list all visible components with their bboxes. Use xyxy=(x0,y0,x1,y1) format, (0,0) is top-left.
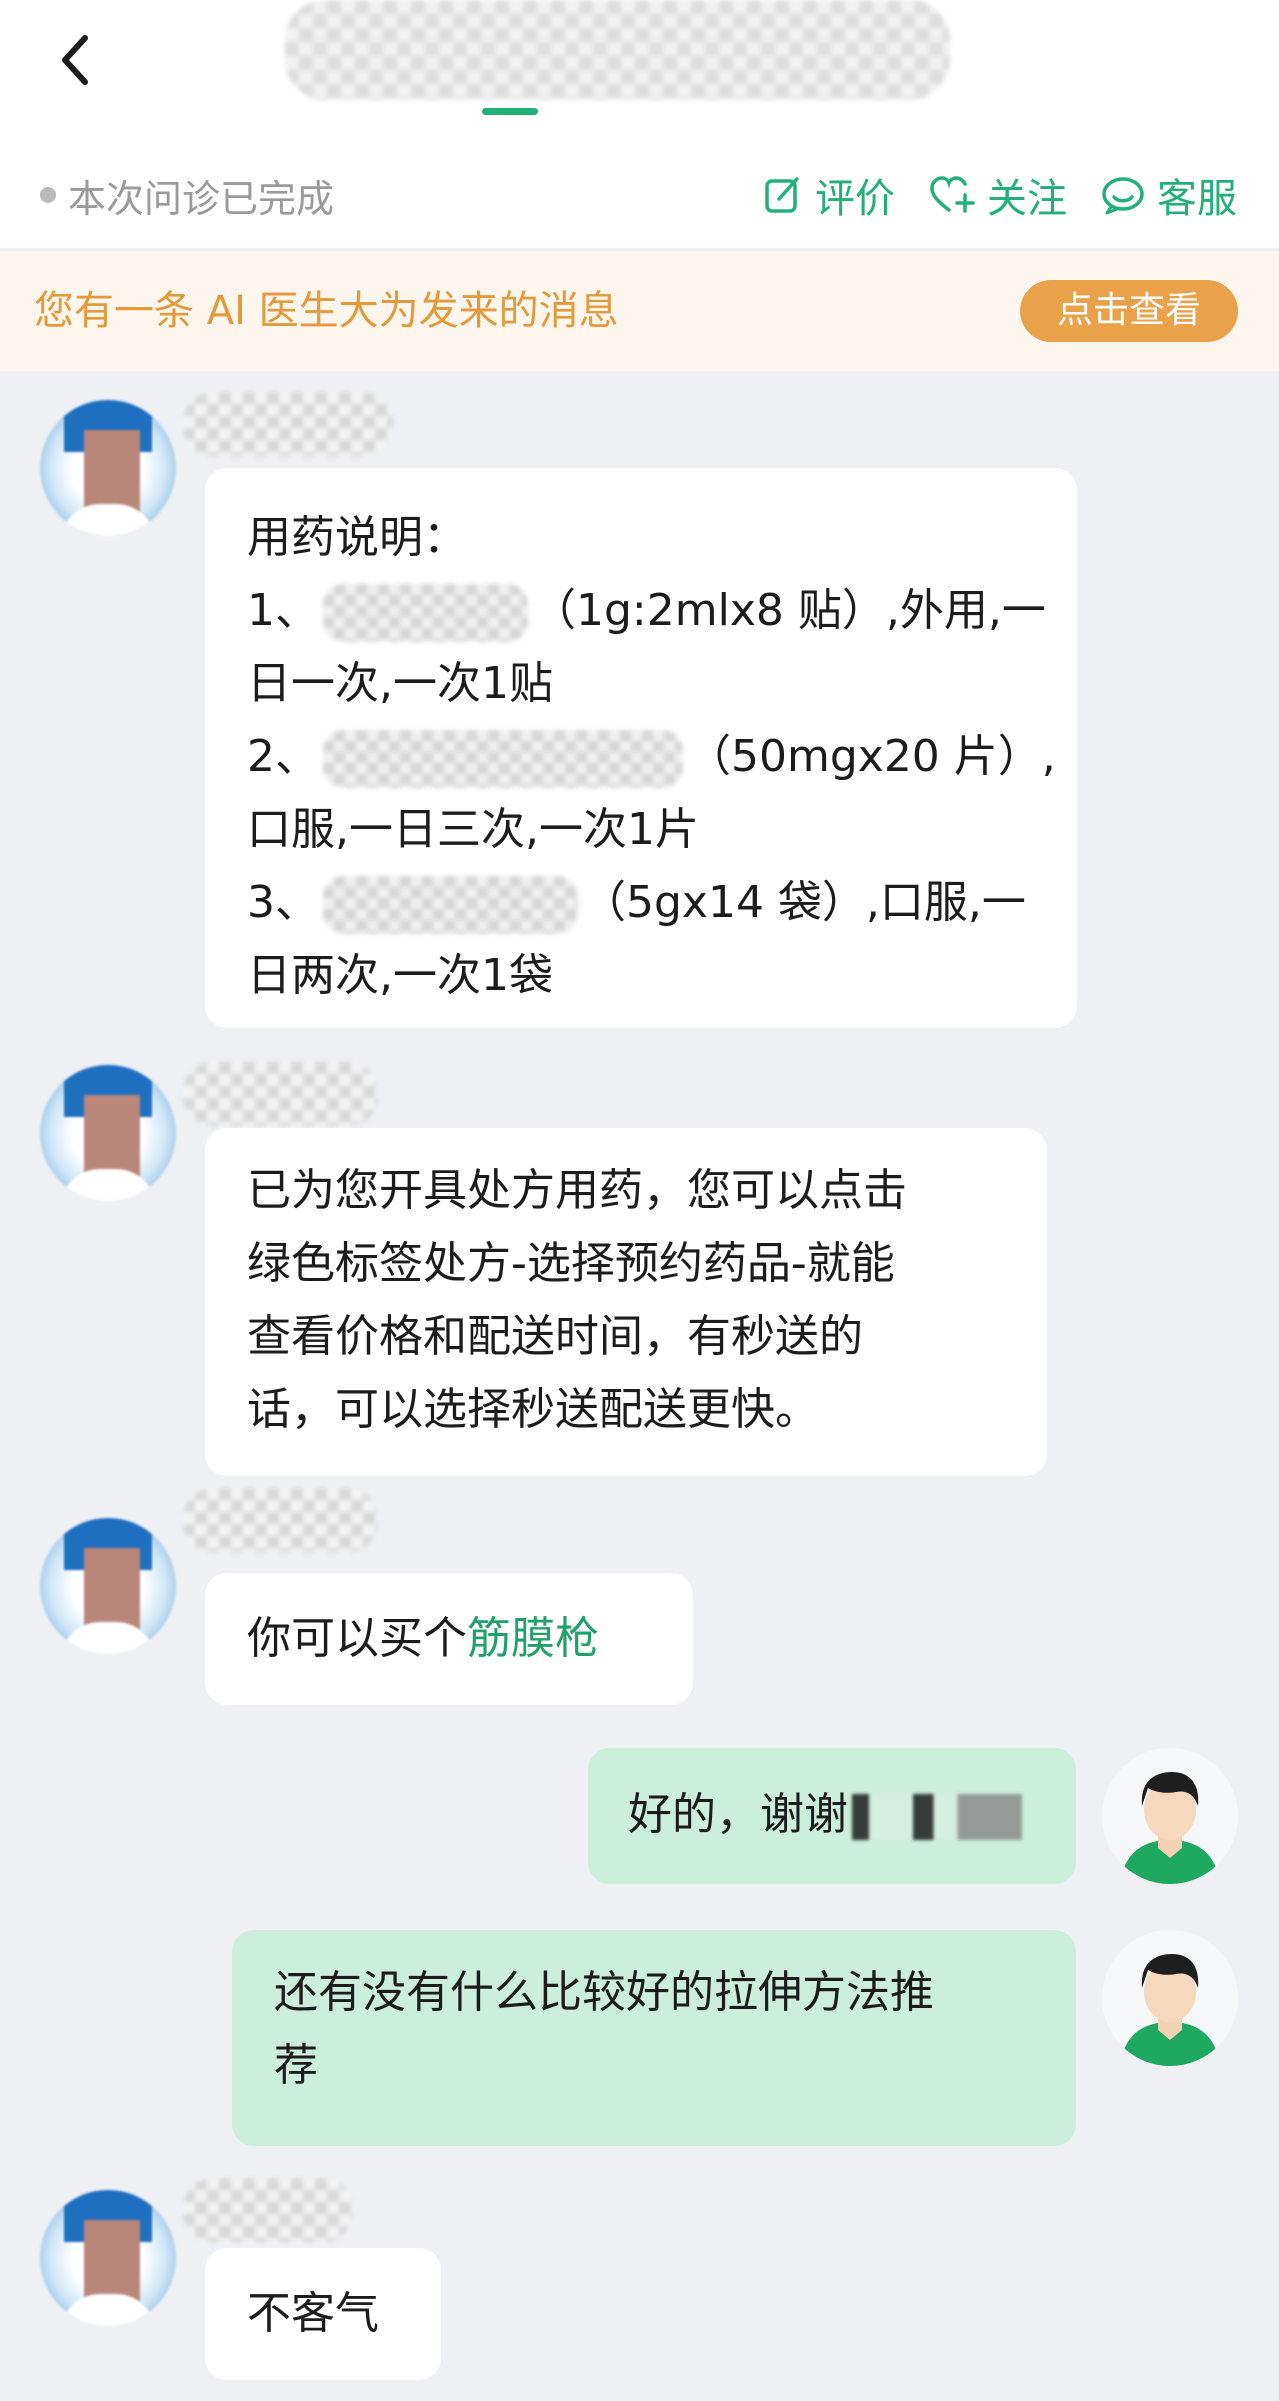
user-avatar[interactable] xyxy=(1102,1748,1238,1884)
prescription-guide-bubble[interactable]: 已为您开具处方用药，您可以点击 绿色标签处方-选择预约药品-就能 查看价格和配送… xyxy=(205,1128,1047,1476)
user-avatar-icon xyxy=(1120,1954,1220,2066)
top-bar: 本次问诊已完成 评价 关注 客服 xyxy=(0,0,1279,248)
customer-service-button[interactable]: 客服 xyxy=(1101,166,1237,224)
redacted-text xyxy=(852,1794,1022,1840)
message-line: 还有没有什么比较好的拉伸方法推 xyxy=(274,1967,934,2018)
message-line: 话，可以选择秒送配送更快。 xyxy=(247,1384,819,1435)
doctor-avatar[interactable] xyxy=(40,1518,176,1654)
doctor-name-redacted xyxy=(183,392,393,456)
redacted-drug-name xyxy=(323,730,683,788)
message-line: 日一次,一次1贴 xyxy=(247,658,553,709)
message-line: 好的，谢谢 xyxy=(628,1778,1046,1851)
header-actions: 评价 关注 客服 xyxy=(763,165,1237,225)
status-text: 本次问诊已完成 xyxy=(68,176,335,221)
message-line: 用药说明： xyxy=(247,512,467,563)
banner-text: 您有一条 AI 医生大为发来的消息 xyxy=(34,288,619,334)
doctor-name-redacted xyxy=(183,1062,378,1126)
message-line: 你可以买个筋膜枪 xyxy=(247,1613,599,1664)
edit-icon xyxy=(765,177,799,213)
doctor-name-redacted xyxy=(183,2178,353,2242)
message-line: 查看价格和配送时间，有秒送的 xyxy=(247,1311,863,1362)
doctor-avatar[interactable] xyxy=(40,400,176,536)
message-line: 日两次,一次1袋 xyxy=(247,950,553,1001)
consultation-status: 本次问诊已完成 xyxy=(40,165,334,225)
doctor-name-title-redacted xyxy=(285,0,950,100)
medication-instructions-bubble[interactable]: 用药说明： 1、 （1g:2mlx8 贴）,外用,一 日一次,一次1贴 2、 （50… xyxy=(205,468,1077,1028)
user-message-bubble[interactable]: 还有没有什么比较好的拉伸方法推 荐 xyxy=(232,1930,1076,2146)
status-dot xyxy=(40,187,56,203)
rate-button[interactable]: 评价 xyxy=(763,166,895,224)
redacted-drug-name xyxy=(323,876,578,934)
follow-label: 关注 xyxy=(987,176,1067,222)
message-line: 1、 （1g:2mlx8 贴）,外用,一 xyxy=(247,574,1046,647)
heart-plus-icon xyxy=(930,176,975,213)
message-line: 2、 （50mgx20 片）, xyxy=(247,720,1056,793)
user-message-bubble[interactable]: 好的，谢谢 xyxy=(588,1748,1076,1884)
doctor-avatar[interactable] xyxy=(40,1065,176,1201)
doctor-name-redacted xyxy=(183,1488,378,1552)
back-button[interactable] xyxy=(40,20,110,100)
follow-button[interactable]: 关注 xyxy=(929,166,1067,224)
doctor-reply-bubble[interactable]: 不客气 xyxy=(205,2248,441,2380)
rate-label: 评价 xyxy=(815,176,895,222)
user-avatar-icon xyxy=(1120,1772,1220,1884)
massage-gun-link[interactable]: 筋膜枪 xyxy=(467,1613,599,1664)
title-underline xyxy=(482,108,538,115)
customer-service-icon xyxy=(1102,177,1144,215)
chevron-left-icon xyxy=(62,35,88,85)
redacted-drug-name xyxy=(323,584,528,642)
message-line: 口服,一日三次,一次1片 xyxy=(247,804,699,855)
message-line: 荐 xyxy=(274,2040,318,2091)
customer-service-label: 客服 xyxy=(1157,176,1237,222)
message-line: 3、 （5gx14 袋）,口服,一 xyxy=(247,866,1037,939)
user-avatar[interactable] xyxy=(1102,1930,1238,2066)
doctor-avatar[interactable] xyxy=(40,2190,176,2326)
view-message-button[interactable]: 点击查看 xyxy=(1020,280,1238,342)
recommendation-bubble[interactable]: 你可以买个筋膜枪 xyxy=(205,1573,693,1705)
message-line: 已为您开具处方用药，您可以点击 xyxy=(247,1165,907,1216)
message-line: 绿色标签处方-选择预约药品-就能 xyxy=(247,1238,895,1289)
message-line: 不客气 xyxy=(247,2288,379,2339)
